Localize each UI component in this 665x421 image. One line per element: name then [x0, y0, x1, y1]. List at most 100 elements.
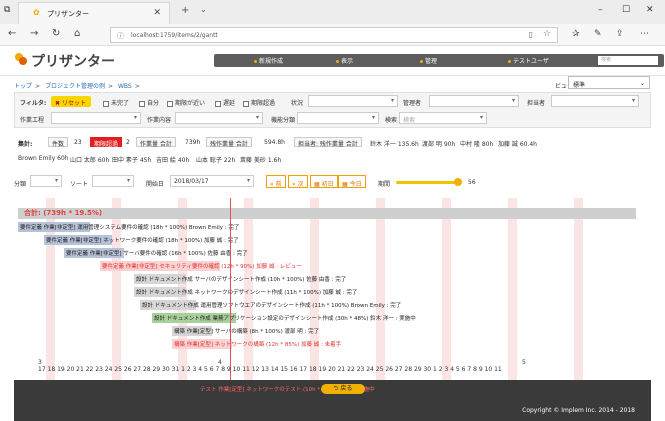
filter-delayed-checkbox[interactable]: 遅延: [215, 98, 235, 107]
start-date-input[interactable]: 2018/03/17: [170, 175, 254, 187]
double-arrow-left-icon: «: [270, 181, 274, 188]
reset-icon: ✖: [55, 100, 62, 107]
chevron-down-icon: ⌄: [639, 80, 645, 87]
reading-view-icon[interactable]: ▯: [529, 30, 533, 39]
browser-tab[interactable]: ✿ プリザンター ✕: [18, 2, 170, 24]
menu-view[interactable]: 表示: [336, 56, 353, 65]
back-icon[interactable]: ←: [8, 28, 16, 39]
task-label: 設計 ドキュメント作成 ネットワークのデザインシート作成 (11h * 100%…: [136, 290, 358, 296]
next-button[interactable]: » 次: [288, 175, 308, 188]
more-icon[interactable]: ⋯: [640, 29, 649, 39]
person-remain-0: 鈴木 洋一 135.6h: [370, 141, 419, 148]
person-filter-label: 担当者: [527, 100, 546, 107]
filter-panel: フィルタ: ✖ リセット 未完了 自分 期限が近い 遅延 期限超過 状況 管理者…: [14, 92, 651, 128]
new-tab-icon[interactable]: +: [181, 5, 189, 16]
main-menu: 新規作成 表示 管理 テストユーザ 検索: [214, 54, 664, 67]
work-filter-select[interactable]: [175, 112, 263, 124]
breadcrumb: トップ > プロジェクト管理の例 > WBS >: [14, 83, 140, 90]
page-footer: テスト 作業[定型] ネットワークのテスト (10h * 0%) 加藤 誠 : …: [14, 380, 651, 421]
stats-label: 集計:: [18, 141, 33, 148]
task-label: 要件定義 作業[非定型] 運用管理システム要件の確認 (18h * 100%) …: [20, 225, 240, 231]
category-filter-select[interactable]: [297, 112, 379, 124]
share-icon[interactable]: ⇪: [616, 29, 624, 39]
filter-overdue-checkbox[interactable]: 期限超過: [243, 98, 275, 107]
menu-new[interactable]: 新規作成: [254, 56, 283, 65]
view-select[interactable]: 標準 ⌄: [568, 76, 650, 89]
filter-mine-checkbox[interactable]: 自分: [139, 98, 159, 107]
process-filter-select[interactable]: [51, 112, 141, 124]
overdue-value: 2: [126, 139, 130, 146]
favorites-icon[interactable]: ✰: [572, 29, 580, 39]
day-axis: 17 18 19 20 21 22 23 24 25 26 27 28 29 3…: [38, 366, 502, 373]
refresh-icon[interactable]: ↻: [52, 28, 60, 39]
menu-user[interactable]: テストユーザ: [508, 56, 549, 65]
header-search-input[interactable]: 検索: [598, 56, 658, 65]
period-value: 56: [468, 179, 476, 186]
breadcrumb-wbs[interactable]: WBS: [118, 83, 132, 90]
stats-panel: 集計: 件数 23 期限超過 2 作業量 合計 739h 残作業量 合計 594…: [14, 134, 651, 166]
window-close-icon[interactable]: ✕: [646, 5, 654, 15]
month-label-march: 3: [38, 359, 42, 366]
breadcrumb-top[interactable]: トップ: [14, 83, 32, 90]
task-label: 構築 作業[定型] サーバの構築 (8h * 100%) 渡部 明 : 完了: [174, 329, 320, 335]
status-filter-select[interactable]: [308, 95, 398, 107]
breadcrumb-project[interactable]: プロジェクト管理の例: [45, 83, 105, 90]
person-remain-6: 田中 素子 45h: [112, 157, 152, 164]
person-remain-2: 中村 隆 80h: [460, 141, 494, 148]
notes-icon[interactable]: ✎: [594, 29, 602, 39]
tab-list-chevron-icon[interactable]: ⌄: [200, 5, 207, 14]
filter-label: フィルタ:: [20, 100, 47, 107]
favorite-star-icon[interactable]: ☆: [543, 29, 551, 39]
back-button[interactable]: ⮌ 戻る: [321, 384, 365, 394]
status-filter-label: 状況: [291, 100, 304, 107]
person-remain-4: Brown Emily 60h: [18, 155, 69, 162]
gantt-chart: 合計: (739h * 19.5%) 要件定義 作業[非定型] 運用管理システム…: [14, 198, 651, 394]
close-tab-icon[interactable]: ✕: [153, 8, 161, 18]
tab-manager-icon[interactable]: ⧉: [4, 5, 10, 15]
period-slider-handle[interactable]: [454, 178, 462, 186]
home-icon[interactable]: ⌂: [74, 28, 80, 39]
forward-icon[interactable]: →: [30, 28, 38, 39]
sort-select[interactable]: [92, 175, 134, 187]
period-label: 期間: [378, 181, 391, 188]
search-filter-input[interactable]: 検索: [399, 112, 487, 124]
today-button[interactable]: ▦ 今日: [338, 175, 366, 188]
group-select[interactable]: [30, 175, 62, 187]
overdue-badge: 期限超過: [90, 137, 123, 148]
task-label: 要件定義 作業[非定型] セキュリティ要件の確認 (12h * 90%) 加藤 …: [102, 264, 302, 270]
minimize-icon[interactable]: –: [598, 5, 603, 15]
maximize-icon[interactable]: ☐: [622, 5, 630, 15]
summary-bar[interactable]: [18, 208, 636, 219]
work-filter-label: 作業内容: [147, 117, 172, 124]
filter-incomplete-checkbox[interactable]: 未完了: [103, 98, 129, 107]
person-remain-5: 山口 太郎 60h: [70, 157, 110, 164]
remain-total-value: 594.8h: [264, 139, 285, 146]
task-label: 要件定義 作業[非定型] ネットワーク要件の確認 (18h * 100%) 加藤…: [46, 238, 239, 244]
person-remain-badge: 担当者: 残作業量 合計: [294, 137, 362, 148]
process-filter-label: 作業工程: [20, 117, 45, 124]
month-label-april: 4: [218, 359, 222, 366]
task-label: 設計 ドキュメント作成 業務アプリケーション設定のデザインシート作成 (30h …: [154, 316, 416, 322]
prev-button[interactable]: « 前: [266, 175, 286, 188]
person-remain-3: 加藤 誠 60.4h: [498, 141, 537, 148]
address-bar[interactable]: ⓘ localhost:1759/items/2/gantt ▯ ☆: [110, 27, 558, 43]
url-text: localhost:1759/items/2/gantt: [131, 32, 218, 39]
task-label: 要件定義 作業[非定型] サーバ要件の確認 (16h * 100%) 佐藤 由香…: [66, 251, 248, 257]
period-slider[interactable]: [396, 181, 456, 184]
browser-window: ⧉ ✿ プリザンター ✕ + ⌄ – ☐ ✕ ← → ↻ ⌂ ⓘ localho…: [0, 0, 665, 421]
count-badge: 件数: [48, 137, 69, 148]
group-label: 分類: [14, 181, 27, 188]
filter-reset-button[interactable]: ✖ リセット: [51, 96, 91, 107]
count-value: 23: [74, 139, 82, 146]
logo-icon[interactable]: [14, 52, 28, 66]
tab-title: プリザンター: [47, 10, 89, 18]
app-logo-text[interactable]: プリザンター: [31, 51, 115, 71]
menu-manage[interactable]: 管理: [420, 56, 437, 65]
browser-nav-bar: ← → ↻ ⌂ ⓘ localhost:1759/items/2/gantt ▯…: [0, 24, 665, 46]
first-day-button[interactable]: ▦ 初日: [310, 175, 338, 188]
work-total-value: 739h: [185, 139, 201, 146]
person-filter-select[interactable]: [551, 95, 639, 107]
filter-due-soon-checkbox[interactable]: 期限が近い: [167, 98, 205, 107]
favicon-icon: ✿: [33, 8, 40, 17]
manager-filter-select[interactable]: [429, 95, 519, 107]
